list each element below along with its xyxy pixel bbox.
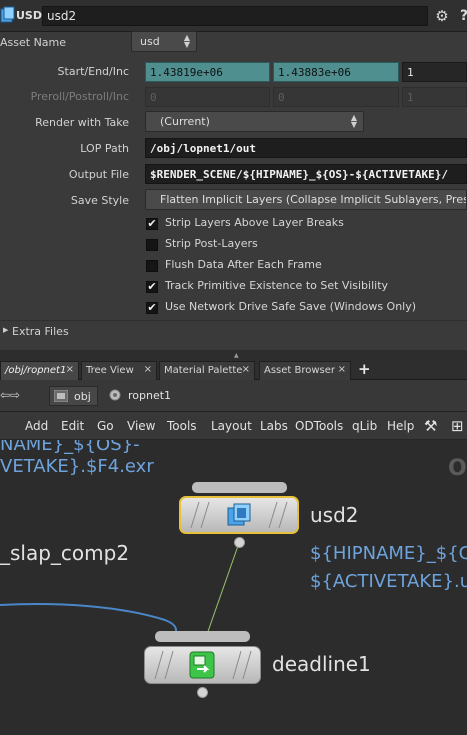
preroll-inc-field: 1 xyxy=(402,87,467,107)
asset-name-dropdown[interactable]: usd ▲ ▼ xyxy=(131,31,197,52)
node-comment-top-line2: VETAKE}.$F4.exr xyxy=(0,456,154,477)
lop-path-label: LOP Path xyxy=(80,142,129,155)
menu-qlib[interactable]: qLib xyxy=(352,419,377,433)
close-tab-icon[interactable]: × xyxy=(66,364,74,375)
deadline-node-name: deadline1 xyxy=(272,652,371,676)
usd-rop-icon xyxy=(227,503,251,526)
usd-node-name: usd2 xyxy=(310,503,359,527)
checkmark-icon[interactable]: ✔ xyxy=(146,281,158,293)
crumb-obj[interactable]: obj xyxy=(49,386,98,406)
tree-layout-icon[interactable]: ⊞ xyxy=(451,417,464,435)
wrench-icon[interactable]: ⚒ xyxy=(424,417,437,435)
deadline-node-input-cap[interactable] xyxy=(155,631,250,642)
deadline-node[interactable] xyxy=(144,646,261,684)
gear-icon[interactable]: ⚙ xyxy=(433,7,451,25)
add-tab-icon[interactable]: + xyxy=(358,360,371,378)
postroll-field: 0 xyxy=(273,87,399,107)
output-file-field[interactable]: $RENDER_SCENE/${HIPNAME}_${OS}-${ACTIVET… xyxy=(145,164,467,184)
tab-asset-browser[interactable]: Asset Browser × xyxy=(259,361,351,380)
node-type-label: USD xyxy=(16,9,42,22)
render-with-take-label: Render with Take xyxy=(35,116,129,129)
menu-go[interactable]: Go xyxy=(97,419,114,433)
slap-comp-node-label: _slap_comp2 xyxy=(0,541,130,565)
usd-node-icon xyxy=(0,6,15,23)
usd-node-input-cap[interactable] xyxy=(192,482,287,493)
menu-add[interactable]: Add xyxy=(25,419,48,433)
tab-tree-view[interactable]: Tree View × xyxy=(81,361,157,380)
checkbox-empty-icon[interactable] xyxy=(146,239,158,251)
save-style-value: Flatten Implicit Layers (Collapse Implic… xyxy=(160,193,467,206)
end-frame-field[interactable]: 1.43883e+06 xyxy=(273,62,399,82)
lop-path-field[interactable]: /obj/lopnet1/out xyxy=(145,138,467,158)
expand-triangle-icon[interactable]: ▶ xyxy=(3,326,8,334)
faint-node-letter: O xyxy=(448,456,467,481)
menu-tools[interactable]: Tools xyxy=(167,419,197,433)
updown-arrows-icon: ▲ ▼ xyxy=(350,113,357,129)
asset-name-value: usd xyxy=(140,35,160,48)
back-forward-arrows-icon[interactable]: ⇦⇨ xyxy=(0,388,20,402)
menu-edit[interactable]: Edit xyxy=(61,419,84,433)
deadline-node-output-dot[interactable] xyxy=(197,687,208,698)
network-menu-bar: Add Edit Go View Tools Layout Labs ODToo… xyxy=(0,412,467,440)
path-bar: ⇦⇨ obj ropnet1 xyxy=(0,380,467,412)
tab-network-ropnet1[interactable]: /obj/ropnet1 × xyxy=(0,361,79,380)
menu-odtools[interactable]: ODTools xyxy=(295,419,343,433)
menu-layout[interactable]: Layout xyxy=(211,419,252,433)
usd-node-output-dot[interactable] xyxy=(234,537,245,548)
parameter-pane: USD usd2 ⚙ ? Asset Name usd ▲▼ Start/End… xyxy=(0,0,467,350)
deadline-icon xyxy=(189,651,215,679)
parameter-header: USD usd2 ⚙ ? xyxy=(0,0,467,32)
save-style-label: Save Style xyxy=(70,194,129,207)
obj-network-icon xyxy=(54,390,68,402)
menu-view[interactable]: View xyxy=(127,419,155,433)
updown-arrows-icon: ▲ ▼ xyxy=(183,33,190,49)
close-tab-icon[interactable]: × xyxy=(144,364,152,375)
save-style-dropdown[interactable]: Flatten Implicit Layers (Collapse Implic… xyxy=(145,189,467,210)
checkbox-empty-icon[interactable] xyxy=(146,260,158,272)
preroll-field: 0 xyxy=(145,87,270,107)
output-file-label: Output File xyxy=(68,168,129,181)
usd-to-deadline-wire xyxy=(204,542,240,641)
start-end-inc-label: Start/End/Inc xyxy=(57,65,129,78)
crumb-ropnet1[interactable]: ropnet1 xyxy=(104,386,177,406)
render-with-take-dropdown[interactable]: (Current) ▲ ▼ xyxy=(145,111,364,132)
tab-material-palette[interactable]: Material Palette × xyxy=(159,361,255,380)
checkmark-icon[interactable]: ✔ xyxy=(146,302,158,314)
extra-files-folder[interactable]: ▶ Extra Files xyxy=(0,320,467,342)
menu-labs[interactable]: Labs xyxy=(260,419,288,433)
blue-input-wire xyxy=(0,603,178,637)
close-tab-icon[interactable]: × xyxy=(338,364,346,375)
pane-tab-bar: /obj/ropnet1 × Tree View × Material Pale… xyxy=(0,360,467,380)
render-with-take-value: (Current) xyxy=(160,115,210,128)
network-editor[interactable]: NAME}_${OS}- VETAKE}.$F4.exr O _slap_com… xyxy=(0,440,467,735)
help-icon[interactable]: ? xyxy=(455,7,467,25)
node-comment-top-line1: NAME}_${OS}- xyxy=(0,440,140,455)
node-name-field[interactable]: usd2 xyxy=(42,6,428,26)
usd-node[interactable] xyxy=(179,496,299,534)
usd-node-comment-line2: ${ACTIVETAKE}.u xyxy=(310,571,467,592)
asset-name-label: Asset Name xyxy=(0,36,67,49)
start-frame-field[interactable]: 1.43819e+06 xyxy=(145,62,270,82)
close-tab-icon[interactable]: × xyxy=(242,364,250,375)
extra-files-label: Extra Files xyxy=(12,325,69,338)
checkmark-icon[interactable]: ✔ xyxy=(146,218,158,230)
increment-field[interactable]: 1 xyxy=(402,62,467,82)
preroll-label: Preroll/Postroll/Inc xyxy=(30,90,129,103)
menu-help[interactable]: Help xyxy=(387,419,414,433)
rop-network-icon xyxy=(109,389,121,401)
usd-node-comment-line1: ${HIPNAME}_${C xyxy=(310,543,467,564)
pane-splitter[interactable]: ▲▼ xyxy=(0,350,467,366)
